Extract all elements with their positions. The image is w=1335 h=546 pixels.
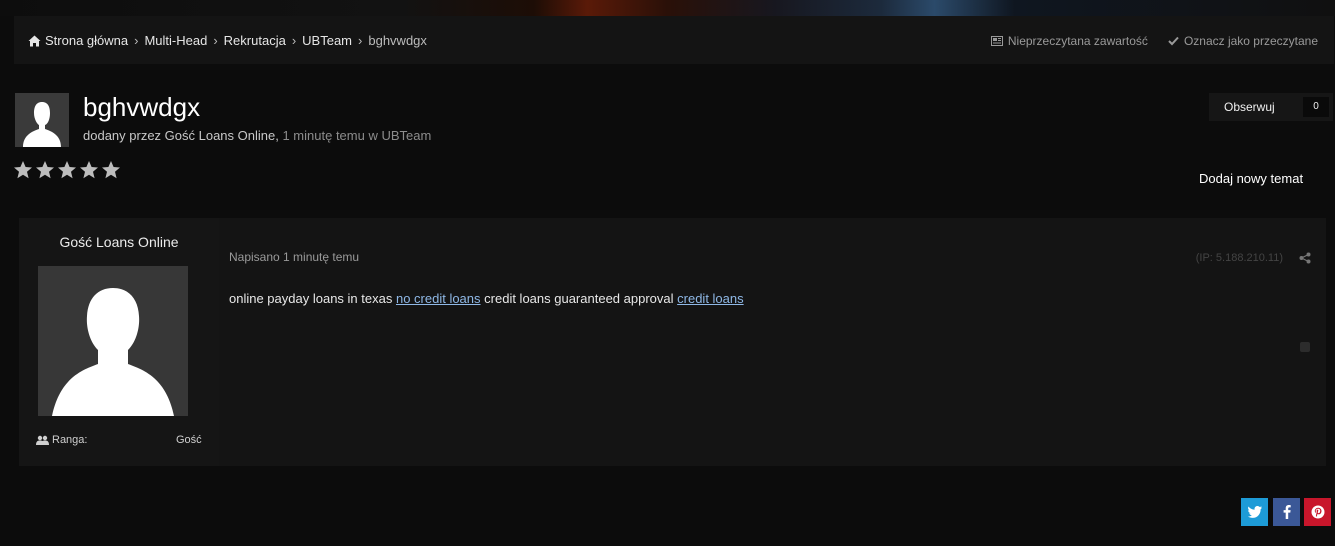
twitter-icon	[1247, 506, 1262, 518]
post-ip: (IP: 5.188.210.11)	[1195, 252, 1283, 264]
breadcrumb-ubteam[interactable]: UBTeam	[302, 33, 352, 48]
topic-title: bghvwdgx	[83, 92, 201, 122]
rank-value: Gość	[176, 434, 202, 446]
post-date[interactable]: Napisano 1 minutę temu	[229, 250, 359, 264]
check-icon	[1168, 36, 1179, 46]
avatar-silhouette-icon	[52, 288, 174, 416]
post-author-rank: Ranga:	[36, 434, 87, 446]
home-icon	[28, 35, 41, 46]
unread-content-label: Nieprzeczytana zawartość	[1007, 34, 1148, 48]
unread-content-link[interactable]: Nieprzeczytana zawartość	[990, 34, 1148, 48]
breadcrumb-bar: Strona główna › Multi-Head › Rekrutacja …	[14, 16, 1334, 64]
new-topic-button[interactable]: Dodaj nowy temat	[1199, 171, 1303, 186]
pinterest-icon	[1311, 505, 1324, 519]
star-icon[interactable]	[13, 160, 33, 180]
breadcrumb-rekrutacja[interactable]: Rekrutacja	[224, 33, 286, 48]
twitter-share-button[interactable]	[1241, 498, 1268, 526]
post-link[interactable]: credit loans	[677, 291, 743, 306]
top-actions: Nieprzeczytana zawartość Oznacz jako prz…	[971, 34, 1318, 48]
topic-byline: dodany przez Gość Loans Online, 1 minutę…	[83, 128, 431, 143]
star-icon[interactable]	[35, 160, 55, 180]
chevron-right-icon: ›	[134, 33, 139, 48]
header-banner	[0, 0, 1335, 16]
pinterest-share-button[interactable]	[1304, 498, 1331, 526]
rank-label: Ranga:	[52, 434, 88, 446]
mark-read-label: Oznacz jako przeczytane	[1183, 34, 1318, 48]
mark-read-link[interactable]: Oznacz jako przeczytane	[1168, 34, 1318, 48]
facebook-icon	[1283, 505, 1291, 519]
star-icon[interactable]	[57, 160, 77, 180]
breadcrumb-multi-head[interactable]: Multi-Head	[144, 33, 207, 48]
chevron-right-icon: ›	[291, 33, 297, 48]
topic-author-avatar[interactable]	[15, 93, 69, 147]
post-content: online payday loans in texas no credit l…	[229, 291, 744, 306]
breadcrumb-home[interactable]: Strona główna	[45, 33, 128, 48]
follow-count: 0	[1303, 97, 1329, 117]
topic-byline-time: 1 minutę temu w UBTeam	[282, 128, 432, 143]
chevron-right-icon: ›	[213, 33, 218, 48]
star-icon[interactable]	[79, 160, 99, 180]
topic-byline-author[interactable]: dodany przez Gość Loans Online,	[83, 128, 279, 143]
post-card: Gość Loans Online Ranga: Gość Napisano 1…	[19, 218, 1326, 466]
facebook-share-button[interactable]	[1273, 498, 1300, 526]
follow-label: Obserwuj	[1224, 100, 1275, 114]
follow-button[interactable]: Obserwuj 0	[1209, 93, 1333, 121]
avatar-silhouette-icon	[23, 102, 61, 147]
post-text: credit loans guaranteed approval	[484, 291, 674, 306]
post-link[interactable]: no credit loans	[396, 291, 481, 306]
breadcrumb-current: bghvwdgx	[368, 33, 427, 48]
users-icon	[36, 435, 49, 445]
post-text: online payday loans in texas	[229, 291, 393, 306]
newspaper-icon	[990, 36, 1003, 46]
breadcrumb: Strona główna › Multi-Head › Rekrutacja …	[28, 33, 427, 48]
star-icon[interactable]	[101, 160, 121, 180]
post-author-name[interactable]: Gość Loans Online	[19, 234, 219, 250]
post-select-checkbox[interactable]	[1300, 342, 1310, 352]
chevron-right-icon: ›	[358, 33, 363, 48]
share-icon[interactable]	[1299, 252, 1311, 264]
post-author-panel: Gość Loans Online Ranga: Gość	[19, 218, 219, 466]
post-author-avatar[interactable]	[38, 266, 188, 416]
rating-stars[interactable]	[13, 160, 123, 180]
